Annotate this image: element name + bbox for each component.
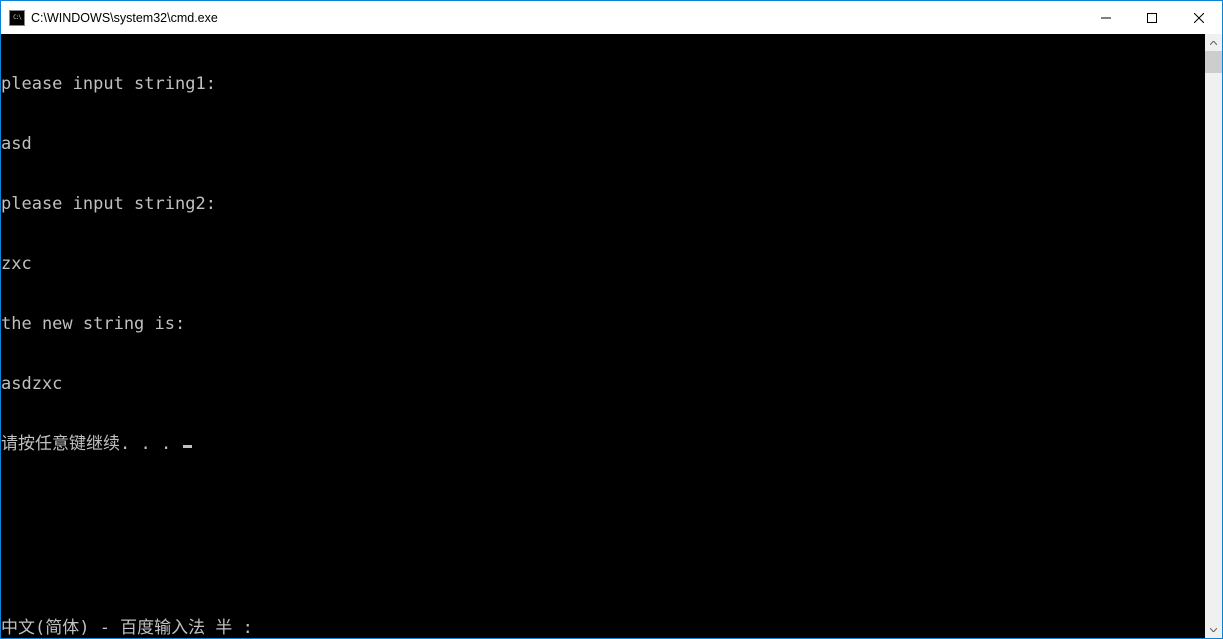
console-line: please input string2:	[1, 194, 1205, 214]
console-line: asdzxc	[1, 374, 1205, 394]
console-output[interactable]: please input string1: asd please input s…	[1, 34, 1205, 638]
window-controls	[1083, 1, 1222, 34]
press-any-key-prompt: 请按任意键继续. . .	[1, 434, 181, 454]
scroll-thumb[interactable]	[1205, 51, 1222, 73]
minimize-button[interactable]	[1083, 1, 1129, 34]
minimize-icon	[1101, 13, 1111, 23]
ime-status-line: 中文(简体) - 百度输入法 半 :	[1, 618, 1205, 638]
maximize-button[interactable]	[1129, 1, 1175, 34]
close-button[interactable]	[1175, 1, 1222, 34]
window-title: C:\WINDOWS\system32\cmd.exe	[31, 11, 1083, 25]
scroll-down-button[interactable]	[1205, 621, 1222, 638]
console-line: the new string is:	[1, 314, 1205, 334]
chevron-down-icon	[1210, 628, 1217, 632]
vertical-scrollbar[interactable]	[1205, 34, 1222, 638]
cmd-icon: C:\	[9, 10, 25, 26]
cmd-window: C:\ C:\WINDOWS\system32\cmd.exe please i…	[0, 0, 1223, 639]
scroll-up-button[interactable]	[1205, 34, 1222, 51]
client-area: please input string1: asd please input s…	[1, 34, 1222, 638]
scroll-track[interactable]	[1205, 51, 1222, 621]
chevron-up-icon	[1210, 41, 1217, 45]
console-line: asd	[1, 134, 1205, 154]
console-prompt-line: 请按任意键继续. . .	[1, 434, 1205, 454]
close-icon	[1194, 13, 1204, 23]
console-line: zxc	[1, 254, 1205, 274]
console-line: please input string1:	[1, 74, 1205, 94]
maximize-icon	[1147, 13, 1157, 23]
console-lines: please input string1: asd please input s…	[1, 34, 1205, 618]
titlebar[interactable]: C:\ C:\WINDOWS\system32\cmd.exe	[1, 1, 1222, 34]
cursor-icon	[183, 445, 192, 448]
